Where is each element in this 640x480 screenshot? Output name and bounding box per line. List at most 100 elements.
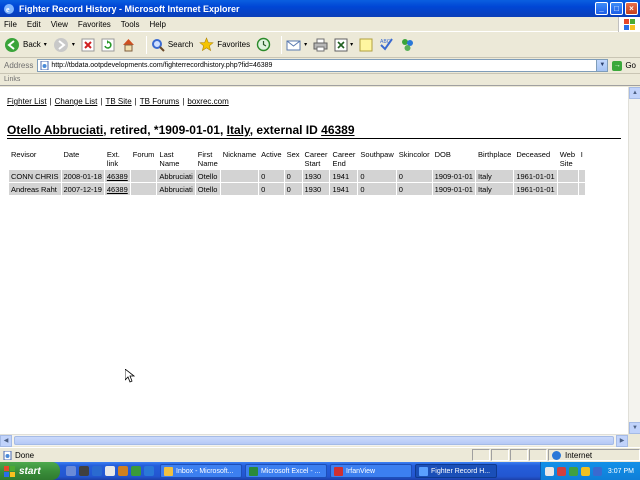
table-header-row: Revisor Date Ext. link Forum Last Name Fir… (9, 149, 585, 169)
nav-change-list[interactable]: Change List (55, 97, 98, 106)
address-dropdown-icon[interactable]: ▼ (596, 60, 608, 71)
task-label: Microsoft Excel - ... (261, 467, 321, 475)
menu-tools[interactable]: Tools (121, 20, 140, 29)
task-excel[interactable]: Microsoft Excel - ... (245, 464, 327, 478)
task-irfanview[interactable]: IrfanView (330, 464, 412, 478)
cell-extra (578, 170, 585, 182)
task-label: Fighter Record H... (431, 467, 491, 475)
home-button[interactable] (121, 37, 136, 52)
stop-button[interactable] (81, 38, 95, 52)
favorites-button[interactable]: Favorites (199, 37, 250, 52)
fighter-name-link[interactable]: Otello Abbruciati (7, 123, 103, 137)
status-text: Done (15, 450, 35, 460)
title-bar: e Fighter Record History - Microsoft Int… (0, 0, 640, 17)
security-zone: Internet (548, 449, 640, 461)
scroll-right-icon[interactable]: ▶ (616, 435, 628, 447)
menu-file[interactable]: File (4, 20, 17, 29)
menu-view[interactable]: View (51, 20, 68, 29)
windows-logo-icon (618, 17, 640, 32)
quick-launch-icon[interactable] (105, 466, 115, 476)
forward-button[interactable]: ▾ (53, 37, 75, 53)
back-label: Back (23, 40, 41, 49)
window-title: Fighter Record History - Microsoft Inter… (19, 3, 240, 14)
quick-launch-icon[interactable] (92, 466, 102, 476)
go-button[interactable]: → Go (612, 60, 636, 71)
back-arrow-icon (5, 37, 19, 52)
vertical-scrollbar[interactable]: ▲ ▼ (628, 87, 640, 434)
menu-favorites[interactable]: Favorites (78, 20, 111, 29)
toolbar: Back ▾ ▾ Search Favorites ▾ ▾ ABC (0, 32, 640, 58)
scroll-up-icon[interactable]: ▲ (629, 87, 640, 99)
print-button[interactable] (313, 38, 328, 52)
mail-button[interactable]: ▾ (286, 38, 307, 52)
country-link[interactable]: Italy (227, 123, 250, 137)
search-button[interactable]: Search (151, 38, 193, 52)
address-label: Address (4, 61, 34, 70)
quick-launch-icon[interactable] (144, 466, 154, 476)
home-icon (122, 39, 134, 52)
windows-flag-icon (4, 465, 15, 477)
address-url: http://tbdata.ootpdevelopments.com/fight… (51, 62, 273, 69)
cell-active: 0 (259, 183, 284, 195)
history-button[interactable] (256, 37, 271, 52)
tray-icon[interactable] (592, 466, 602, 476)
col-header: Nickname (220, 149, 259, 169)
nav-tb-forums[interactable]: TB Forums (140, 97, 180, 106)
ie-icon: e (4, 3, 14, 14)
col-header: Active (259, 149, 284, 169)
task-fighter-record[interactable]: Fighter Record H... (415, 464, 497, 478)
cell-first-name: Otello (195, 170, 220, 182)
clock[interactable]: 3:07 PM (608, 468, 634, 475)
scroll-left-icon[interactable]: ◀ (0, 435, 12, 447)
cell-active: 0 (259, 170, 284, 182)
divider (7, 138, 621, 139)
back-button[interactable]: Back ▾ (4, 37, 47, 53)
research-button[interactable]: ABC (379, 37, 394, 52)
task-label: Inbox - Microsoft... (176, 467, 234, 475)
nav-tb-site[interactable]: TB Site (105, 97, 131, 106)
cell-last-name: Abbruciati (157, 183, 195, 195)
search-icon (151, 38, 165, 52)
menu-edit[interactable]: Edit (27, 20, 41, 29)
cell-forum (130, 183, 157, 195)
cell-first-name: Otello (195, 183, 220, 195)
nav-fighter-list[interactable]: Fighter List (7, 97, 47, 106)
horizontal-scrollbar[interactable]: ◀ ▶ (0, 434, 628, 447)
tray-icon[interactable] (556, 466, 566, 476)
tray-icon[interactable] (544, 466, 554, 476)
quick-launch-icon[interactable] (131, 466, 141, 476)
tray-icon[interactable] (568, 466, 578, 476)
excel-icon (249, 466, 258, 476)
show-desktop-icon[interactable] (66, 466, 76, 476)
external-id-link[interactable]: 46389 (321, 123, 354, 137)
col-header: DOB (432, 149, 475, 169)
cell-career-end: 1941 (330, 183, 358, 195)
cell-nickname (220, 170, 259, 182)
menu-help[interactable]: Help (149, 20, 165, 29)
excel-button[interactable]: ▾ (334, 38, 353, 52)
scroll-down-icon[interactable]: ▼ (629, 422, 640, 434)
task-inbox[interactable]: Inbox - Microsoft... (160, 464, 242, 478)
nav-boxrec[interactable]: boxrec.com (187, 97, 228, 106)
quick-launch-icon[interactable] (118, 466, 128, 476)
ext-link[interactable]: 46389 (107, 185, 128, 194)
messenger-button[interactable] (400, 37, 415, 52)
refresh-button[interactable] (101, 38, 115, 52)
tray-icon[interactable] (580, 466, 590, 476)
ext-link[interactable]: 46389 (107, 172, 128, 181)
cell-date: 2007-12-19 (61, 183, 104, 195)
quick-launch-icon[interactable] (79, 466, 89, 476)
minimize-button[interactable]: _ (595, 2, 608, 15)
links-bar[interactable]: Links (0, 74, 640, 86)
note-button[interactable] (359, 38, 373, 52)
scroll-thumb[interactable] (14, 436, 614, 445)
close-button[interactable]: × (625, 2, 638, 15)
start-button[interactable]: start (0, 462, 60, 480)
globe-icon (552, 450, 561, 460)
go-label: Go (625, 61, 636, 70)
address-bar: Address http://tbdata.ootpdevelopments.c… (0, 58, 640, 74)
address-input[interactable]: http://tbdata.ootpdevelopments.com/fight… (37, 59, 609, 72)
col-header: Last Name (157, 149, 195, 169)
cell-last-name: Abbruciati (157, 170, 195, 182)
maximize-button[interactable]: □ (610, 2, 623, 15)
